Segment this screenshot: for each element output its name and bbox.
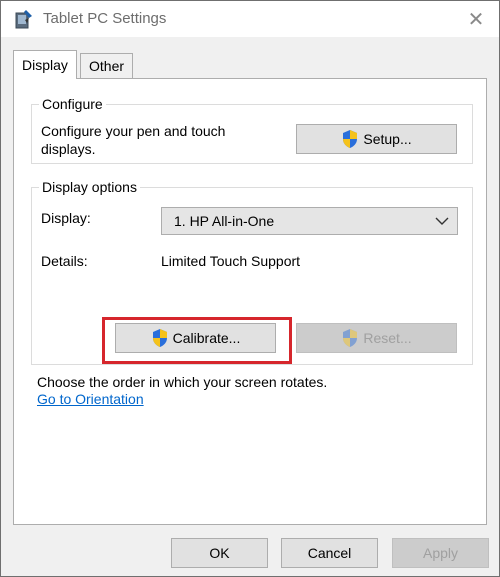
cancel-label: Cancel [307, 545, 352, 561]
tablet-pc-settings-window: Tablet PC Settings ✕ Display Other Confi… [0, 0, 500, 577]
calibrate-label: Calibrate... [172, 330, 241, 346]
uac-shield-icon [152, 329, 167, 347]
title-bar[interactable]: Tablet PC Settings ✕ [1, 1, 499, 37]
orientation-description: Choose the order in which your screen ro… [37, 374, 328, 390]
apply-button[interactable]: Apply [392, 538, 489, 568]
tab-other[interactable]: Other [80, 53, 134, 79]
close-button[interactable]: ✕ [453, 1, 499, 37]
setup-button[interactable]: Setup... [296, 124, 457, 154]
ok-label: OK [209, 545, 230, 561]
display-tab-panel: Configure Configure your pen and touch d… [13, 78, 487, 525]
details-value: Limited Touch Support [161, 253, 301, 269]
display-label: Display: [41, 210, 91, 226]
cancel-button[interactable]: Cancel [281, 538, 378, 568]
reset-button[interactable]: Reset... [296, 323, 457, 353]
ok-button[interactable]: OK [171, 538, 268, 568]
setup-label: Setup... [363, 131, 412, 147]
tab-display[interactable]: Display [13, 50, 77, 79]
tablet-pen-icon [15, 10, 32, 29]
configure-description: Configure your pen and touch displays. [41, 123, 226, 157]
apply-label: Apply [422, 545, 459, 561]
display-options-legend: Display options [42, 179, 137, 195]
uac-shield-icon [343, 130, 358, 148]
go-to-orientation-link[interactable]: Go to Orientation [37, 391, 144, 407]
close-icon: ✕ [467, 8, 485, 31]
display-select[interactable]: 1. HP All-in-One [161, 207, 458, 235]
display-select-value: 1. HP All-in-One [174, 213, 275, 229]
calibrate-button[interactable]: Calibrate... [115, 323, 276, 353]
details-label: Details: [41, 253, 88, 269]
uac-shield-icon [343, 329, 358, 347]
chevron-down-icon [435, 217, 449, 225]
configure-legend: Configure [42, 96, 103, 112]
window-title: Tablet PC Settings [43, 10, 167, 27]
reset-label: Reset... [363, 330, 412, 346]
